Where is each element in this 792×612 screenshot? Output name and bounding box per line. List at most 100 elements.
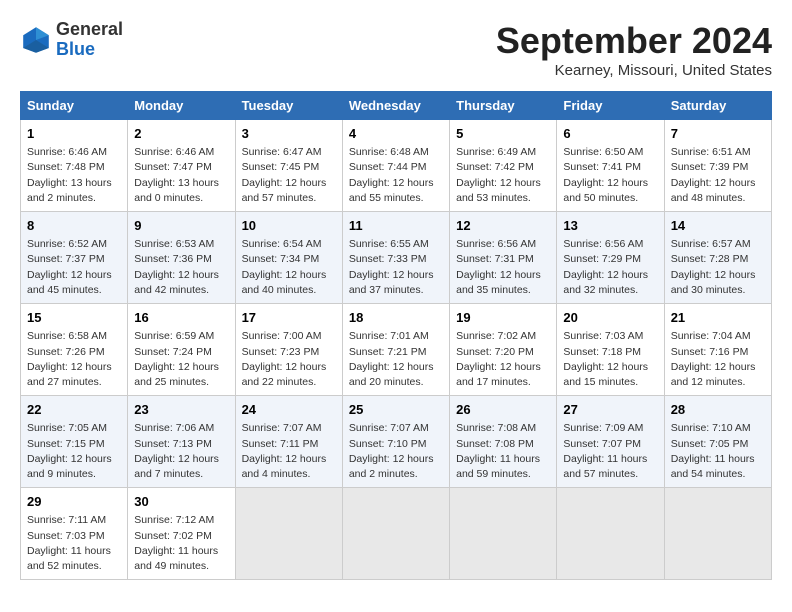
calendar-cell: 16 Sunrise: 6:59 AMSunset: 7:24 PMDayligh… bbox=[128, 304, 235, 396]
day-number: 23 bbox=[134, 401, 228, 419]
day-detail: Sunrise: 7:01 AMSunset: 7:21 PMDaylight:… bbox=[349, 329, 443, 390]
calendar-cell: 26 Sunrise: 7:08 AMSunset: 7:08 PMDayligh… bbox=[450, 396, 557, 488]
calendar-cell: 2 Sunrise: 6:46 AMSunset: 7:47 PMDaylight… bbox=[128, 120, 235, 212]
day-number: 13 bbox=[563, 217, 657, 235]
column-header-tuesday: Tuesday bbox=[235, 92, 342, 120]
calendar-cell bbox=[342, 488, 449, 580]
day-number: 17 bbox=[242, 309, 336, 327]
day-number: 15 bbox=[27, 309, 121, 327]
day-detail: Sunrise: 6:47 AMSunset: 7:45 PMDaylight:… bbox=[242, 145, 336, 206]
day-detail: Sunrise: 6:54 AMSunset: 7:34 PMDaylight:… bbox=[242, 237, 336, 298]
day-number: 22 bbox=[27, 401, 121, 419]
day-detail: Sunrise: 6:53 AMSunset: 7:36 PMDaylight:… bbox=[134, 237, 228, 298]
day-detail: Sunrise: 7:07 AMSunset: 7:11 PMDaylight:… bbox=[242, 421, 336, 482]
column-header-friday: Friday bbox=[557, 92, 664, 120]
calendar-cell: 29 Sunrise: 7:11 AMSunset: 7:03 PMDayligh… bbox=[21, 488, 128, 580]
calendar-cell bbox=[557, 488, 664, 580]
day-detail: Sunrise: 6:55 AMSunset: 7:33 PMDaylight:… bbox=[349, 237, 443, 298]
day-number: 27 bbox=[563, 401, 657, 419]
calendar-cell: 10 Sunrise: 6:54 AMSunset: 7:34 PMDayligh… bbox=[235, 212, 342, 304]
day-number: 28 bbox=[671, 401, 765, 419]
calendar-cell: 3 Sunrise: 6:47 AMSunset: 7:45 PMDaylight… bbox=[235, 120, 342, 212]
calendar-cell bbox=[235, 488, 342, 580]
calendar-table: SundayMondayTuesdayWednesdayThursdayFrid… bbox=[20, 91, 772, 580]
day-detail: Sunrise: 6:52 AMSunset: 7:37 PMDaylight:… bbox=[27, 237, 121, 298]
day-number: 21 bbox=[671, 309, 765, 327]
logo-text: General Blue bbox=[56, 20, 123, 60]
day-detail: Sunrise: 7:08 AMSunset: 7:08 PMDaylight:… bbox=[456, 421, 550, 482]
calendar-cell: 25 Sunrise: 7:07 AMSunset: 7:10 PMDayligh… bbox=[342, 396, 449, 488]
calendar-cell: 19 Sunrise: 7:02 AMSunset: 7:20 PMDayligh… bbox=[450, 304, 557, 396]
day-detail: Sunrise: 6:51 AMSunset: 7:39 PMDaylight:… bbox=[671, 145, 765, 206]
day-detail: Sunrise: 7:09 AMSunset: 7:07 PMDaylight:… bbox=[563, 421, 657, 482]
day-number: 16 bbox=[134, 309, 228, 327]
calendar-week-row: 22 Sunrise: 7:05 AMSunset: 7:15 PMDayligh… bbox=[21, 396, 772, 488]
calendar-cell: 13 Sunrise: 6:56 AMSunset: 7:29 PMDayligh… bbox=[557, 212, 664, 304]
day-number: 10 bbox=[242, 217, 336, 235]
day-detail: Sunrise: 6:56 AMSunset: 7:29 PMDaylight:… bbox=[563, 237, 657, 298]
calendar-cell: 1 Sunrise: 6:46 AMSunset: 7:48 PMDaylight… bbox=[21, 120, 128, 212]
day-detail: Sunrise: 6:46 AMSunset: 7:48 PMDaylight:… bbox=[27, 145, 121, 206]
day-number: 14 bbox=[671, 217, 765, 235]
calendar-cell: 18 Sunrise: 7:01 AMSunset: 7:21 PMDayligh… bbox=[342, 304, 449, 396]
logo-icon bbox=[20, 24, 52, 56]
day-detail: Sunrise: 7:07 AMSunset: 7:10 PMDaylight:… bbox=[349, 421, 443, 482]
day-detail: Sunrise: 7:02 AMSunset: 7:20 PMDaylight:… bbox=[456, 329, 550, 390]
calendar-cell: 6 Sunrise: 6:50 AMSunset: 7:41 PMDaylight… bbox=[557, 120, 664, 212]
day-number: 24 bbox=[242, 401, 336, 419]
calendar-week-row: 8 Sunrise: 6:52 AMSunset: 7:37 PMDaylight… bbox=[21, 212, 772, 304]
day-detail: Sunrise: 6:59 AMSunset: 7:24 PMDaylight:… bbox=[134, 329, 228, 390]
calendar-cell: 11 Sunrise: 6:55 AMSunset: 7:33 PMDayligh… bbox=[342, 212, 449, 304]
day-detail: Sunrise: 6:58 AMSunset: 7:26 PMDaylight:… bbox=[27, 329, 121, 390]
day-number: 4 bbox=[349, 125, 443, 143]
day-number: 30 bbox=[134, 493, 228, 511]
calendar-cell: 23 Sunrise: 7:06 AMSunset: 7:13 PMDayligh… bbox=[128, 396, 235, 488]
day-number: 8 bbox=[27, 217, 121, 235]
day-detail: Sunrise: 7:00 AMSunset: 7:23 PMDaylight:… bbox=[242, 329, 336, 390]
calendar-cell: 14Sunrise: 6:57 AMSunset: 7:28 PMDayligh… bbox=[664, 212, 771, 304]
calendar-cell: 8 Sunrise: 6:52 AMSunset: 7:37 PMDaylight… bbox=[21, 212, 128, 304]
calendar-cell: 22 Sunrise: 7:05 AMSunset: 7:15 PMDayligh… bbox=[21, 396, 128, 488]
day-number: 5 bbox=[456, 125, 550, 143]
day-detail: Sunrise: 6:56 AMSunset: 7:31 PMDaylight:… bbox=[456, 237, 550, 298]
day-number: 3 bbox=[242, 125, 336, 143]
day-detail: Sunrise: 7:05 AMSunset: 7:15 PMDaylight:… bbox=[27, 421, 121, 482]
calendar-header-row: SundayMondayTuesdayWednesdayThursdayFrid… bbox=[21, 92, 772, 120]
day-number: 6 bbox=[563, 125, 657, 143]
day-number: 20 bbox=[563, 309, 657, 327]
day-detail: Sunrise: 7:12 AMSunset: 7:02 PMDaylight:… bbox=[134, 513, 228, 574]
day-detail: Sunrise: 7:06 AMSunset: 7:13 PMDaylight:… bbox=[134, 421, 228, 482]
page-subtitle: Kearney, Missouri, United States bbox=[496, 62, 772, 79]
day-detail: Sunrise: 7:11 AMSunset: 7:03 PMDaylight:… bbox=[27, 513, 121, 574]
calendar-cell: 12Sunrise: 6:56 AMSunset: 7:31 PMDayligh… bbox=[450, 212, 557, 304]
day-detail: Sunrise: 7:04 AMSunset: 7:16 PMDaylight:… bbox=[671, 329, 765, 390]
calendar-cell bbox=[450, 488, 557, 580]
day-number: 19 bbox=[456, 309, 550, 327]
day-number: 25 bbox=[349, 401, 443, 419]
title-area: September 2024 Kearney, Missouri, United… bbox=[496, 20, 772, 79]
day-detail: Sunrise: 6:49 AMSunset: 7:42 PMDaylight:… bbox=[456, 145, 550, 206]
day-number: 2 bbox=[134, 125, 228, 143]
calendar-cell: 4 Sunrise: 6:48 AMSunset: 7:44 PMDaylight… bbox=[342, 120, 449, 212]
logo: General Blue bbox=[20, 20, 123, 60]
calendar-week-row: 15 Sunrise: 6:58 AMSunset: 7:26 PMDayligh… bbox=[21, 304, 772, 396]
day-detail: Sunrise: 7:10 AMSunset: 7:05 PMDaylight:… bbox=[671, 421, 765, 482]
calendar-cell: 30 Sunrise: 7:12 AMSunset: 7:02 PMDayligh… bbox=[128, 488, 235, 580]
day-detail: Sunrise: 6:48 AMSunset: 7:44 PMDaylight:… bbox=[349, 145, 443, 206]
calendar-week-row: 29 Sunrise: 7:11 AMSunset: 7:03 PMDayligh… bbox=[21, 488, 772, 580]
calendar-cell: 15 Sunrise: 6:58 AMSunset: 7:26 PMDayligh… bbox=[21, 304, 128, 396]
calendar-cell: 7Sunrise: 6:51 AMSunset: 7:39 PMDaylight… bbox=[664, 120, 771, 212]
calendar-cell bbox=[664, 488, 771, 580]
column-header-wednesday: Wednesday bbox=[342, 92, 449, 120]
page-header: General Blue September 2024 Kearney, Mis… bbox=[20, 20, 772, 79]
day-number: 1 bbox=[27, 125, 121, 143]
column-header-monday: Monday bbox=[128, 92, 235, 120]
day-detail: Sunrise: 6:50 AMSunset: 7:41 PMDaylight:… bbox=[563, 145, 657, 206]
day-number: 11 bbox=[349, 217, 443, 235]
day-number: 18 bbox=[349, 309, 443, 327]
calendar-cell: 20Sunrise: 7:03 AMSunset: 7:18 PMDayligh… bbox=[557, 304, 664, 396]
day-number: 29 bbox=[27, 493, 121, 511]
page-title: September 2024 bbox=[496, 20, 772, 62]
day-detail: Sunrise: 6:46 AMSunset: 7:47 PMDaylight:… bbox=[134, 145, 228, 206]
day-number: 26 bbox=[456, 401, 550, 419]
